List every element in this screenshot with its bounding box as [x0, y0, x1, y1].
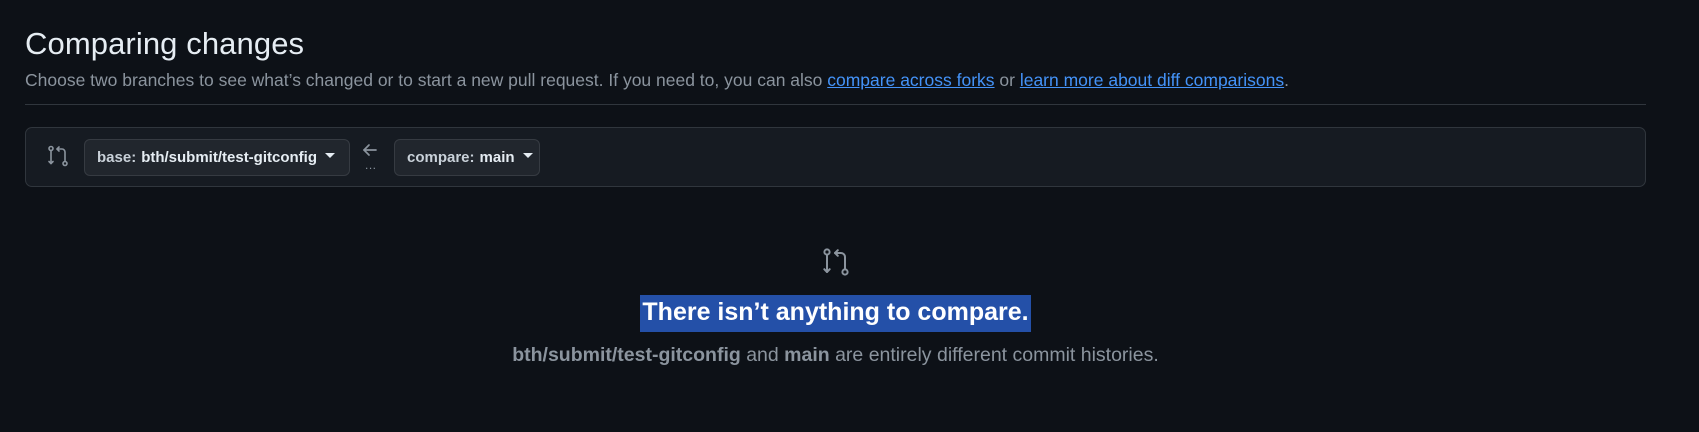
subtitle-text: Choose two branches to see what’s change…: [25, 70, 828, 90]
caret-down-icon: [522, 153, 533, 158]
blankslate-title: There isn’t anything to compare.: [640, 295, 1031, 332]
blankslate-description: bth/submit/test-gitconfig and main are e…: [25, 344, 1646, 367]
branch-a-name: bth/submit/test-gitconfig: [512, 344, 741, 366]
base-branch-name: bth/submit/test-gitconfig: [141, 149, 317, 166]
caret-down-icon: [325, 153, 335, 158]
compare-icon: [48, 145, 68, 167]
and-text: and: [740, 344, 785, 366]
branch-b-name: main: [784, 344, 830, 366]
range-dots: ...: [365, 158, 377, 172]
compare-branch-name: main: [479, 149, 515, 166]
range-editor: base: bth/submit/test-gitconfig ... comp…: [25, 127, 1646, 187]
compare-across-forks-link[interactable]: compare across forks: [827, 70, 994, 90]
base-branch-select[interactable]: base: bth/submit/test-gitconfig: [84, 139, 350, 176]
page-subtitle: Choose two branches to see what’s change…: [25, 70, 1289, 91]
divider: [25, 104, 1646, 105]
base-prefix: base:: [97, 149, 137, 166]
compare-prefix: compare:: [407, 149, 475, 166]
blankslate: There isn’t anything to compare. bth/sub…: [25, 246, 1646, 366]
subtitle-or: or: [994, 70, 1020, 90]
page-title: Comparing changes: [25, 26, 305, 61]
subtitle-end: .: [1284, 70, 1289, 90]
compare-icon: [822, 248, 849, 276]
arrow-left-icon: [363, 144, 377, 156]
learn-more-diff-link[interactable]: learn more about diff comparisons: [1020, 70, 1284, 90]
blankslate-title-row: There isn’t anything to compare.: [25, 295, 1646, 332]
compare-branch-select[interactable]: compare: main: [394, 139, 540, 176]
description-end: are entirely different commit histories.: [829, 344, 1159, 366]
